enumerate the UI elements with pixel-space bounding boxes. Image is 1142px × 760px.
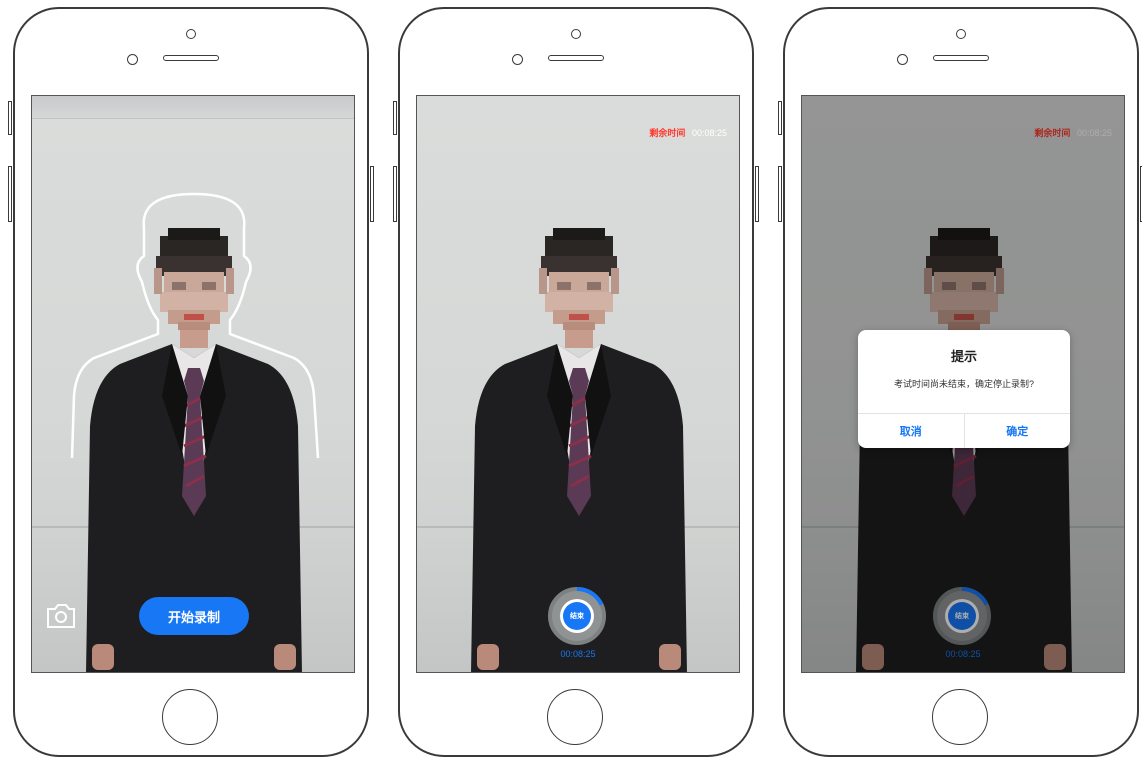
front-camera: [956, 29, 966, 39]
volume-button: [778, 166, 782, 222]
phone-recording: 剩余时间 00:08:25 结束 00:08:25: [393, 7, 759, 757]
camera-preview: 开始录制: [31, 95, 355, 673]
phone-confirm: 剩余时间 00:08:25 结束 00:08:25 提示 考试时间尚未结束，确定…: [778, 7, 1142, 757]
confirm-button[interactable]: 确定: [963, 414, 1071, 448]
proximity-sensor: [897, 54, 908, 65]
stop-confirm-dialog: 提示 考试时间尚未结束，确定停止录制? 取消 确定: [858, 330, 1070, 448]
home-button[interactable]: [162, 689, 218, 745]
remaining-time-value: 00:08:25: [691, 128, 727, 138]
volume-button: [393, 166, 397, 222]
front-camera: [186, 29, 196, 39]
remaining-time-label: 剩余时间: [649, 128, 686, 138]
phone-guide: 开始录制: [8, 7, 374, 757]
camera-switch-icon[interactable]: [44, 601, 78, 631]
front-camera: [571, 29, 581, 39]
remaining-time: 剩余时间 00:08:25: [649, 126, 727, 139]
start-recording-button[interactable]: 开始录制: [139, 597, 249, 635]
mute-switch: [778, 101, 782, 135]
dialog-actions: 取消 确定: [858, 413, 1070, 448]
dialog-title: 提示: [950, 349, 977, 364]
volume-button: [8, 166, 12, 222]
earpiece-speaker: [548, 55, 604, 61]
camera-preview: 剩余时间 00:08:25 结束 00:08:25 提示 考试时间尚未结束，确定…: [801, 95, 1125, 673]
elapsed-time: 00:08:25: [560, 649, 596, 659]
proximity-sensor: [127, 54, 138, 65]
earpiece-speaker: [163, 55, 219, 61]
mute-switch: [8, 101, 12, 135]
power-button: [755, 166, 759, 222]
home-button[interactable]: [932, 689, 988, 745]
camera-preview: 剩余时间 00:08:25 结束 00:08:25: [416, 95, 740, 673]
proximity-sensor: [512, 54, 523, 65]
stop-recording-button[interactable]: 结束: [563, 602, 591, 630]
home-button[interactable]: [547, 689, 603, 745]
earpiece-speaker: [933, 55, 989, 61]
cancel-button[interactable]: 取消: [858, 414, 964, 448]
body-outline-guide: [70, 192, 320, 459]
power-button: [370, 166, 374, 222]
dialog-message: 考试时间尚未结束，确定停止录制?: [893, 379, 1034, 389]
mute-switch: [393, 101, 397, 135]
